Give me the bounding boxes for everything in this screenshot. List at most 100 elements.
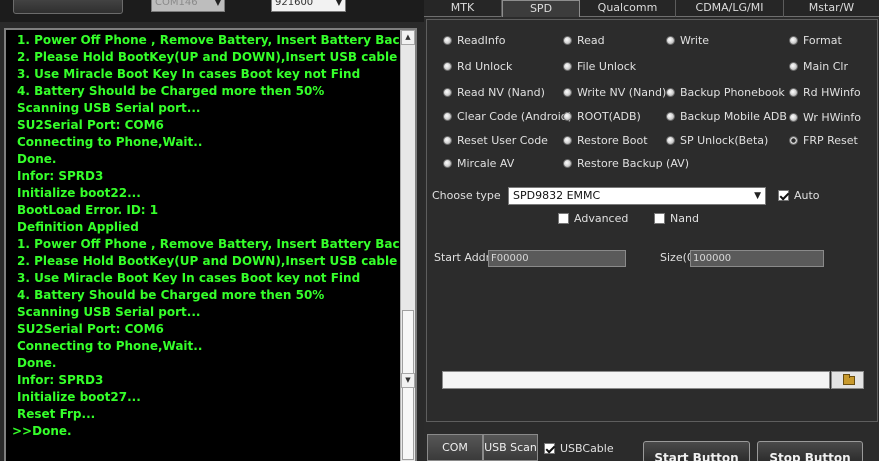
option-backup-phonebook[interactable]: Backup Phonebook (666, 86, 785, 100)
log-panel: 1. Power Off Phone , Remove Battery, Ins… (4, 28, 417, 461)
com-scan-button[interactable]: COM Scan (427, 434, 483, 461)
nand-checkbox[interactable]: Nand (654, 212, 699, 226)
radio-icon (789, 36, 798, 45)
radio-icon (666, 88, 675, 97)
log-line: 4. Battery Should be Charged more then 5… (17, 84, 325, 98)
baud-rate-select[interactable]: 921600 ▼ (271, 0, 346, 12)
auto-checkbox[interactable]: Auto (778, 189, 820, 203)
option-clear-code[interactable]: Clear Code (Android) (443, 110, 572, 124)
option-read[interactable]: Read (563, 34, 605, 48)
log-line: 2. Please Hold BootKey(UP and DOWN),Inse… (17, 254, 398, 268)
start-button[interactable]: Start Button (643, 441, 750, 461)
radio-icon (789, 113, 798, 122)
radio-icon (789, 62, 798, 71)
option-restore-boot[interactable]: Restore Boot (563, 134, 648, 148)
chevron-down-icon: ▼ (214, 0, 221, 7)
browse-button[interactable] (831, 371, 864, 389)
tab-mstar[interactable]: Mstar/W (784, 0, 879, 17)
top-left-button[interactable] (13, 0, 123, 14)
tab-qualcomm[interactable]: Qualcomm (580, 0, 676, 17)
scroll-down-icon[interactable]: ▼ (401, 373, 415, 388)
option-backup-mobile-adb[interactable]: Backup Mobile ADB (666, 110, 787, 124)
advanced-checkbox[interactable]: Advanced (558, 212, 628, 226)
log-line: Definition Applied (17, 220, 139, 234)
usbcable-checkbox[interactable]: USBCable (544, 442, 614, 456)
size-input[interactable]: 100000 (690, 250, 824, 267)
tab-cdma-lg-mi[interactable]: CDMA/LG/MI (676, 0, 784, 17)
log-line: >>Done. (12, 424, 72, 438)
option-rd-hwinfo[interactable]: Rd HWinfo (789, 86, 861, 100)
chip-type-select[interactable]: SPD9832 EMMC ▼ (508, 187, 766, 205)
log-line: Initialize boot22... (17, 186, 141, 200)
log-line: 2. Please Hold BootKey(UP and DOWN),Inse… (17, 50, 398, 64)
radio-icon (563, 136, 572, 145)
log-line: 3. Use Miracle Boot Key In cases Boot ke… (17, 271, 361, 285)
file-path-input[interactable] (442, 371, 830, 389)
baud-rate-value: 921600 (275, 0, 314, 8)
radio-icon (443, 62, 452, 71)
option-mircale-av[interactable]: Mircale AV (443, 157, 514, 171)
log-line: Done. (17, 356, 57, 370)
log-line: 1. Power Off Phone , Remove Battery, Ins… (17, 33, 401, 47)
radio-icon (563, 159, 572, 168)
option-restore-backup[interactable]: Restore Backup (AV) (563, 157, 689, 171)
checkbox-icon (654, 213, 665, 224)
tab-spd[interactable]: SPD (502, 0, 580, 17)
tab-bar: MTK SPD Qualcomm CDMA/LG/MI Mstar/W (424, 0, 879, 17)
log-line: 1. Power Off Phone , Remove Battery, Ins… (17, 237, 401, 251)
folder-open-icon (843, 374, 855, 385)
usb-scan-button[interactable]: USB Scan (483, 434, 538, 461)
com-port-select[interactable]: COM146 ▼ (151, 0, 225, 12)
radio-icon (563, 88, 572, 97)
chevron-down-icon: ▼ (335, 0, 342, 7)
start-addr-input[interactable]: F00000 (488, 250, 626, 267)
spd-pane: ReadInfo Read Write Format Rd Unlock Fil… (426, 19, 878, 422)
com-port-value: COM146 (155, 0, 198, 8)
checkbox-icon (558, 213, 569, 224)
option-main-clr[interactable]: Main Clr (789, 60, 848, 74)
scroll-up-icon[interactable]: ▲ (401, 30, 415, 45)
log-line: Reset Frp... (17, 407, 96, 421)
option-rd-unlock[interactable]: Rd Unlock (443, 60, 512, 74)
radio-icon (443, 159, 452, 168)
log-line: Done. (17, 152, 57, 166)
log-line: Connecting to Phone,Wait.. (17, 339, 203, 353)
log-line: 4. Battery Should be Charged more then 5… (17, 288, 325, 302)
radio-icon (443, 88, 452, 97)
option-read-nv[interactable]: Read NV (Nand) (443, 86, 545, 100)
choose-type-label: Choose type (432, 189, 501, 202)
log-line: Scanning USB Serial port... (17, 101, 201, 115)
log-scrollbar[interactable]: ▲ ▼ (400, 30, 415, 461)
size-label: Size(0 (660, 251, 694, 264)
option-frp-reset[interactable]: FRP Reset (789, 134, 858, 148)
option-file-unlock[interactable]: File Unlock (563, 60, 636, 74)
option-write[interactable]: Write (666, 34, 709, 48)
option-readinfo[interactable]: ReadInfo (443, 34, 505, 48)
checkbox-checked-icon (778, 190, 789, 201)
option-sp-unlock[interactable]: SP Unlock(Beta) (666, 134, 768, 148)
option-write-nv[interactable]: Write NV (Nand) (563, 86, 666, 100)
log-line: 3. Use Miracle Boot Key In cases Boot ke… (17, 67, 361, 81)
option-root-adb[interactable]: ROOT(ADB) (563, 110, 641, 124)
radio-icon (443, 112, 452, 121)
radio-selected-icon (789, 136, 798, 145)
log-line: SU2Serial Port: COM6 (17, 118, 164, 132)
radio-icon (443, 136, 452, 145)
log-line: Scanning USB Serial port... (17, 305, 201, 319)
radio-icon (443, 36, 452, 45)
radio-icon (666, 136, 675, 145)
stop-button[interactable]: Stop Button (757, 441, 863, 461)
chip-type-value: SPD9832 EMMC (513, 189, 601, 202)
log-line: Connecting to Phone,Wait.. (17, 135, 203, 149)
option-reset-user-code[interactable]: Reset User Code (443, 134, 548, 148)
log-line: BootLoad Error. ID: 1 (17, 203, 159, 217)
log-line: Infor: SPRD3 (17, 169, 104, 183)
option-format[interactable]: Format (789, 34, 842, 48)
log-line: SU2Serial Port: COM6 (17, 322, 164, 336)
radio-icon (666, 112, 675, 121)
radio-icon (563, 36, 572, 45)
option-wr-hwinfo[interactable]: Wr HWinfo (789, 111, 861, 125)
tab-mtk[interactable]: MTK (424, 0, 502, 17)
log-line: Infor: SPRD3 (17, 373, 104, 387)
log-line: Initialize boot27... (17, 390, 141, 404)
